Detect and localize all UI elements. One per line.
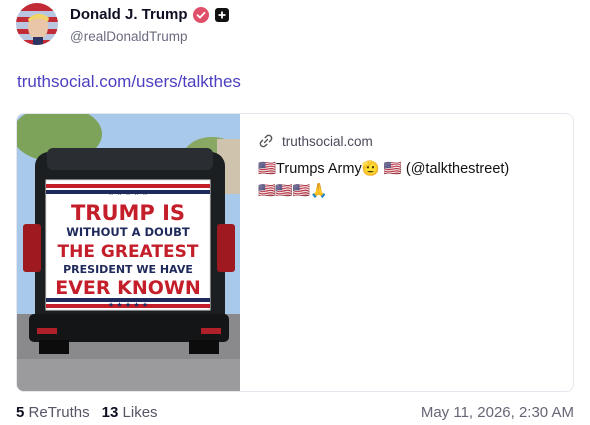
retruths-stat[interactable]: 5 ReTruths xyxy=(16,404,90,421)
sign-line-1: TRUMP IS xyxy=(71,201,185,225)
svg-text:★ ★ ★ ★ ★: ★ ★ ★ ★ ★ xyxy=(108,301,148,309)
post-link[interactable]: truthsocial.com/users/talkthes xyxy=(17,72,241,92)
post-timestamp[interactable]: May 11, 2026, 2:30 AM xyxy=(421,404,574,421)
sign-line-5: EVER KNOWN xyxy=(55,277,201,299)
sign-line-4: PRESIDENT WE HAVE xyxy=(63,263,193,276)
likes-label: Likes xyxy=(122,404,158,421)
post-footer: 5 ReTruths 13 Likes May 11, 2026, 2:30 A… xyxy=(16,404,574,421)
svg-text:★ ★ ★ ★ ★: ★ ★ ★ ★ ★ xyxy=(108,189,148,197)
sign-line-3: THE GREATEST xyxy=(58,242,199,262)
link-icon xyxy=(259,134,273,148)
link-preview-card[interactable]: ★ ★ ★ ★ ★ TRUMP IS WITHOUT A DOUBT THE G… xyxy=(16,113,574,392)
likes-stat[interactable]: 13 Likes xyxy=(102,404,158,421)
plus-badge-icon xyxy=(214,7,229,22)
retruths-label: ReTruths xyxy=(28,404,90,421)
retruths-count: 5 xyxy=(16,404,25,421)
post-header: Donald J. Trump @realDonaldTrump xyxy=(16,2,230,46)
author-display-name[interactable]: Donald J. Trump xyxy=(70,6,188,23)
author-avatar[interactable] xyxy=(16,3,58,45)
link-preview-image: ★ ★ ★ ★ ★ TRUMP IS WITHOUT A DOUBT THE G… xyxy=(17,114,240,391)
card-domain: truthsocial.com xyxy=(282,133,373,149)
verified-badge-icon xyxy=(192,6,209,23)
sign-line-2: WITHOUT A DOUBT xyxy=(66,225,190,239)
likes-count: 13 xyxy=(101,404,119,421)
card-title: 🇺🇸Trumps Army🫡 🇺🇸 (@talkthestreet) xyxy=(258,161,510,177)
author-handle[interactable]: @realDonaldTrump xyxy=(70,29,230,44)
card-description: 🇺🇸🇺🇸🇺🇸🙏 xyxy=(258,182,328,198)
